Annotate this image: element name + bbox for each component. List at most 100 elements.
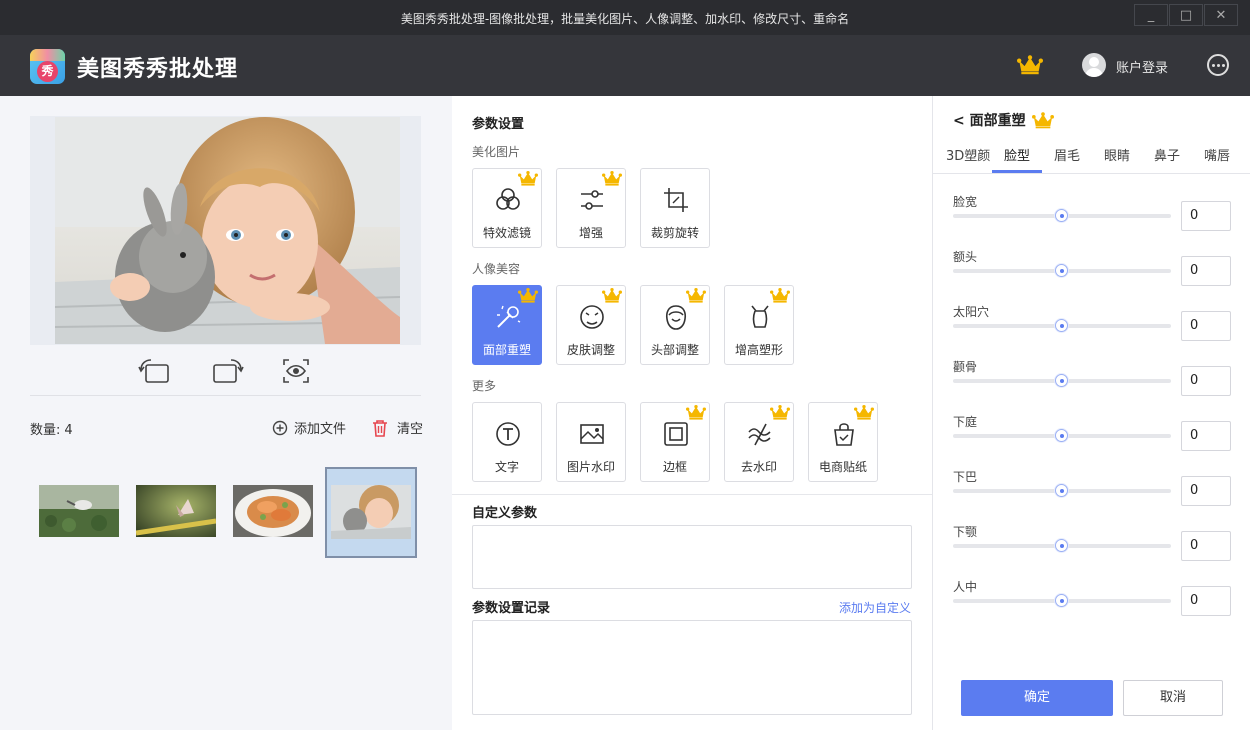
- param-label: 人中: [953, 580, 978, 594]
- thumbnail-item-selected[interactable]: [325, 467, 417, 558]
- account-login-link[interactable]: 账户登录: [1116, 57, 1168, 76]
- minimize-button[interactable]: _: [1134, 4, 1168, 26]
- confirm-button[interactable]: 确定: [961, 680, 1113, 716]
- card-label: 增强: [578, 226, 603, 240]
- rotate-left-icon[interactable]: [138, 358, 170, 384]
- card-skin-adjust[interactable]: 皮肤调整: [556, 285, 626, 365]
- card-crop-rotate[interactable]: 裁剪旋转: [640, 168, 710, 248]
- param-chin: 下巴 0: [953, 468, 1233, 518]
- custom-params-box[interactable]: [472, 525, 912, 589]
- preview-eye-icon[interactable]: [282, 358, 310, 384]
- tab-eyes[interactable]: 眼睛: [1104, 145, 1130, 164]
- tab-eyebrows[interactable]: 眉毛: [1054, 145, 1080, 164]
- more-menu-icon[interactable]: [1207, 54, 1229, 76]
- tab-nose[interactable]: 鼻子: [1154, 145, 1180, 164]
- active-tab-indicator: [992, 170, 1042, 173]
- card-label: 面部重塑: [482, 343, 531, 357]
- rotate-right-icon[interactable]: [212, 358, 244, 384]
- record-box[interactable]: [472, 620, 912, 715]
- slider-knob[interactable]: [1055, 319, 1068, 332]
- cancel-button[interactable]: 取消: [1123, 680, 1223, 716]
- param-value-input[interactable]: 0: [1181, 366, 1231, 396]
- card-text[interactable]: 文字: [472, 402, 542, 482]
- card-ecommerce-sticker[interactable]: 电商贴纸: [808, 402, 878, 482]
- body-shape-icon: [751, 305, 769, 328]
- param-value-input[interactable]: 0: [1181, 311, 1231, 341]
- card-label: 边框: [662, 460, 687, 474]
- card-label: 文字: [494, 460, 519, 474]
- card-label: 裁剪旋转: [650, 226, 699, 240]
- skin-icon: [580, 305, 604, 329]
- image-preview: [30, 116, 421, 345]
- tab-3d-face[interactable]: 3D塑颜: [946, 145, 990, 164]
- vip-crown-icon: [518, 288, 538, 303]
- count-label: 数量:: [30, 423, 61, 438]
- slider-knob[interactable]: [1055, 594, 1068, 607]
- card-frame[interactable]: 边框: [640, 402, 710, 482]
- sticker-bag-icon: [834, 423, 854, 446]
- tab-lips[interactable]: 嘴唇: [1204, 145, 1230, 164]
- maximize-button[interactable]: □: [1169, 4, 1203, 26]
- slider-knob[interactable]: [1055, 539, 1068, 552]
- param-value-input[interactable]: 0: [1181, 476, 1231, 506]
- divider: [452, 494, 932, 495]
- card-remove-watermark[interactable]: 去水印: [724, 402, 794, 482]
- close-icon: ✕: [1215, 7, 1227, 23]
- param-value-input[interactable]: 0: [1181, 586, 1231, 616]
- window-titlebar: 美图秀秀批处理-图像批处理，批量美化图片、人像调整、加水印、修改尺寸、重命名 _…: [0, 0, 1250, 35]
- group-label-more: 更多: [472, 379, 497, 393]
- vip-crown-icon: [854, 405, 874, 420]
- add-file-label: 添加文件: [294, 422, 347, 437]
- filter-icon: [496, 188, 520, 210]
- param-philtrum: 人中 0: [953, 578, 1233, 628]
- head-icon: [665, 305, 687, 330]
- window-title: 美图秀秀批处理-图像批处理，批量美化图片、人像调整、加水印、修改尺寸、重命名: [400, 12, 850, 26]
- param-value-input[interactable]: 0: [1181, 421, 1231, 451]
- param-label: 太阳穴: [953, 305, 990, 319]
- tab-face-shape[interactable]: 脸型: [1004, 145, 1030, 164]
- card-effect-filter[interactable]: 特效滤镜: [472, 168, 542, 248]
- avatar[interactable]: [1082, 53, 1106, 77]
- slider-knob[interactable]: [1055, 429, 1068, 442]
- slider-knob[interactable]: [1055, 264, 1068, 277]
- param-value-input[interactable]: 0: [1181, 256, 1231, 286]
- slider-knob[interactable]: [1055, 209, 1068, 222]
- vip-crown-icon: [1032, 112, 1054, 129]
- clear-button[interactable]: 清空: [371, 418, 423, 437]
- crop-icon: [664, 188, 688, 212]
- card-image-watermark[interactable]: 图片水印: [556, 402, 626, 482]
- param-forehead: 额头 0: [953, 248, 1233, 298]
- card-label: 特效滤镜: [482, 226, 531, 240]
- add-custom-link[interactable]: 添加为自定义: [839, 599, 911, 616]
- image-watermark-icon: [580, 424, 604, 444]
- card-face-reshape[interactable]: 面部重塑: [472, 285, 542, 365]
- slider-knob[interactable]: [1055, 484, 1068, 497]
- card-body-shape[interactable]: 增高塑形: [724, 285, 794, 365]
- card-head-adjust[interactable]: 头部调整: [640, 285, 710, 365]
- group-label-beautify: 美化图片: [472, 145, 521, 159]
- add-file-button[interactable]: 添加文件: [272, 418, 346, 437]
- close-button[interactable]: ✕: [1204, 4, 1238, 26]
- trash-icon: [373, 419, 387, 437]
- face-reshape-panel: < 面部重塑 3D塑颜 脸型 眉毛 眼睛 鼻子 嘴唇 脸宽 0 额头 0 太阳穴…: [932, 96, 1250, 730]
- card-label: 皮肤调整: [566, 343, 615, 357]
- text-icon: [496, 422, 520, 446]
- group-label-portrait: 人像美容: [472, 262, 521, 276]
- param-value-input[interactable]: 0: [1181, 201, 1231, 231]
- thumbnail-item[interactable]: [136, 485, 216, 537]
- back-button[interactable]: < 面部重塑: [953, 110, 1054, 130]
- card-enhance[interactable]: 增强: [556, 168, 626, 248]
- param-lower-face: 下庭 0: [953, 413, 1233, 463]
- vip-crown-icon[interactable]: [1017, 55, 1043, 75]
- params-title: 参数设置: [472, 117, 525, 132]
- thumbnail-item[interactable]: [233, 485, 313, 537]
- count-value: 4: [64, 423, 73, 438]
- vip-crown-icon: [602, 288, 622, 303]
- clear-label: 清空: [397, 422, 424, 437]
- vip-crown-icon: [686, 288, 706, 303]
- card-label: 图片水印: [566, 460, 615, 474]
- param-value-input[interactable]: 0: [1181, 531, 1231, 561]
- thumbnail-item[interactable]: [39, 485, 119, 537]
- slider-knob[interactable]: [1055, 374, 1068, 387]
- card-label: 去水印: [740, 460, 777, 474]
